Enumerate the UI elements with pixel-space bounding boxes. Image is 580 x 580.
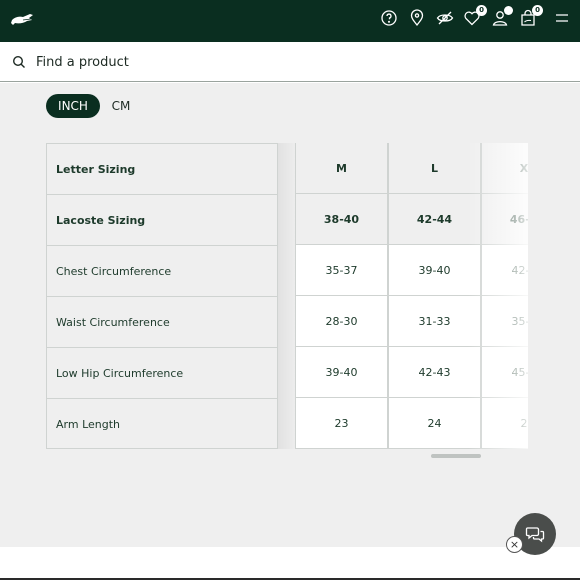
size-lacoste-cell: 46-48 [482, 194, 528, 245]
size-arm-cell: 24 [482, 398, 528, 449]
chat-close-button[interactable]: × [506, 536, 523, 553]
row-label-lacoste-sizing: Lacoste Sizing [47, 195, 278, 246]
size-arm-cell: 24 [389, 398, 481, 449]
search-input[interactable] [36, 52, 436, 72]
size-hip-cell: 39-40 [296, 347, 388, 398]
size-lacoste-cell: 42-44 [389, 194, 481, 245]
size-lacoste-cell: 38-40 [296, 194, 388, 245]
top-nav-bar: 0 0 [0, 0, 580, 42]
row-labels-column: Letter Sizing Lacoste Sizing Chest Circu… [46, 143, 278, 449]
size-hip-cell: 42-43 [389, 347, 481, 398]
row-label-letter-sizing: Letter Sizing [47, 144, 278, 195]
row-label-hip: Low Hip Circumference [47, 348, 278, 399]
account-icon[interactable] [491, 6, 513, 27]
unit-inch-button[interactable]: INCH [46, 94, 100, 118]
row-label-arm: Arm Length [56, 418, 121, 431]
size-letter-cell: L [389, 143, 481, 194]
cart-count-badge: 0 [532, 5, 543, 16]
account-indicator-dot [504, 6, 513, 15]
size-waist-cell: 31-33 [389, 296, 481, 347]
size-waist-cell: 28-30 [296, 296, 388, 347]
lacoste-logo-icon[interactable] [10, 11, 34, 27]
size-table: Letter Sizing Lacoste Sizing Chest Circu… [46, 143, 528, 449]
size-column-m: M 38-40 35-37 28-30 39-40 23 [295, 143, 388, 449]
size-columns-grid: M 38-40 35-37 28-30 39-40 23 L 42-44 39-… [295, 143, 528, 449]
store-locator-icon[interactable] [408, 9, 426, 27]
help-icon[interactable] [380, 9, 398, 27]
menu-icon[interactable] [553, 9, 571, 27]
size-guide-panel: INCH CM Letter Sizing Lacoste Sizing Che… [0, 83, 580, 547]
close-icon: × [509, 538, 520, 551]
hide-icon[interactable] [436, 9, 454, 27]
size-column-xl: XL 46-48 42-44 35-37 45-47 24 [481, 143, 528, 449]
horizontal-scrollbar[interactable] [431, 454, 481, 458]
unit-cm-button[interactable]: CM [102, 94, 140, 118]
wishlist-count-badge: 0 [476, 5, 487, 16]
page-footer-area [0, 547, 580, 578]
size-column-l: L 42-44 39-40 31-33 42-43 24 [388, 143, 481, 449]
size-letter-cell: XL [482, 143, 528, 194]
size-chest-cell: 42-44 [482, 245, 528, 296]
cart-icon[interactable]: 0 [519, 5, 543, 27]
chat-icon [525, 527, 545, 543]
size-letter-cell: M [296, 143, 388, 194]
size-columns-scroll[interactable]: M 38-40 35-37 28-30 39-40 23 L 42-44 39-… [295, 143, 528, 449]
size-waist-cell: 35-37 [482, 296, 528, 347]
search-icon[interactable] [12, 55, 26, 69]
size-arm-cell: 23 [296, 398, 388, 449]
row-label-chest: Chest Circumference [47, 246, 278, 297]
wishlist-icon[interactable]: 0 [463, 5, 487, 27]
row-label-waist: Waist Circumference [47, 297, 278, 348]
size-chest-cell: 35-37 [296, 245, 388, 296]
search-bar [0, 42, 580, 82]
size-hip-cell: 45-47 [482, 347, 528, 398]
size-chest-cell: 39-40 [389, 245, 481, 296]
